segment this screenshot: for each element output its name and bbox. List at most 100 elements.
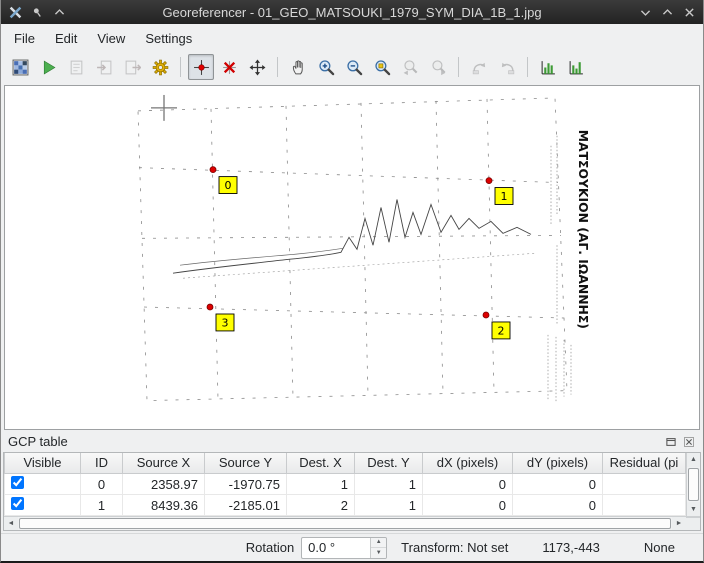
delete-point-icon [221, 59, 238, 76]
link-georeferencer-to-qgis-icon [471, 59, 488, 76]
zoom-out-icon [346, 59, 363, 76]
menu-file[interactable]: File [5, 27, 44, 50]
column-header-source-x[interactable]: Source X [123, 453, 205, 474]
column-header-dx[interactable]: dX (pixels) [423, 453, 513, 474]
horizontal-scrollbar[interactable]: ◄ ► [4, 517, 686, 530]
rotation-input[interactable] [302, 538, 370, 558]
cell-source-y[interactable]: -1970.75 [205, 474, 287, 495]
rotation-spinbox[interactable]: ▲ ▼ [301, 537, 387, 559]
gcp-table-row[interactable]: 0 2358.97 -1970.75 1 1 0 0 [5, 474, 686, 495]
vertical-scroll-thumb[interactable] [688, 468, 699, 502]
minimize-icon[interactable] [637, 4, 653, 20]
zoom-in-button[interactable] [313, 54, 339, 80]
visible-checkbox[interactable] [11, 476, 24, 489]
column-header-dest-x[interactable]: Dest. X [287, 453, 355, 474]
titlebar[interactable]: Georeferencer - 01_GEO_MATSOUKI_1979_SYM… [1, 0, 703, 24]
cell-id: 0 [81, 474, 123, 495]
cell-id: 1 [81, 495, 123, 516]
cell-source-x[interactable]: 2358.97 [123, 474, 205, 495]
gcp-point-icon [210, 167, 216, 173]
column-header-source-y[interactable]: Source Y [205, 453, 287, 474]
cell-dy: 0 [513, 474, 603, 495]
link-georeferencer-to-qgis-button [466, 54, 492, 80]
cell-dy: 0 [513, 495, 603, 516]
column-header-visible[interactable]: Visible [5, 453, 81, 474]
pan-icon [290, 59, 307, 76]
gcp-table-row[interactable]: 1 8439.36 -2185.01 2 1 0 0 [5, 495, 686, 516]
transform-status: Transform: Not set [401, 540, 508, 555]
cell-dx: 0 [423, 474, 513, 495]
close-panel-icon[interactable] [681, 434, 696, 449]
zoom-to-layer-button[interactable] [369, 54, 395, 80]
gcp-table-header-row: Visible ID Source X Source Y Dest. X Des… [5, 453, 686, 474]
zoom-last-icon [402, 59, 419, 76]
scroll-up-icon[interactable]: ▲ [687, 453, 700, 467]
local-histogram-stretch-button[interactable] [563, 54, 589, 80]
column-header-dy[interactable]: dY (pixels) [513, 453, 603, 474]
spin-down-icon[interactable]: ▼ [371, 547, 386, 558]
gcp-table-panel: GCP table Visible ID [1, 432, 703, 534]
float-panel-icon[interactable] [663, 434, 678, 449]
gcp-point-icon [486, 178, 492, 184]
transformation-settings-button[interactable] [147, 54, 173, 80]
toolbar-separator [527, 57, 528, 77]
gcp-point-icon [483, 312, 489, 318]
visible-checkbox[interactable] [11, 497, 24, 510]
full-histogram-stretch-button[interactable] [535, 54, 561, 80]
toolbar-separator [458, 57, 459, 77]
close-icon[interactable] [681, 4, 697, 20]
cell-dest-y[interactable]: 1 [355, 474, 423, 495]
maximize-icon[interactable] [659, 4, 675, 20]
open-raster-icon [12, 59, 29, 76]
menu-view[interactable]: View [88, 27, 134, 50]
gcp-label-text: 0 [225, 179, 232, 192]
generate-gdal-script-icon [68, 59, 85, 76]
pan-button[interactable] [285, 54, 311, 80]
cell-residual [603, 495, 686, 516]
column-header-id[interactable]: ID [81, 453, 123, 474]
cell-dest-x[interactable]: 1 [287, 474, 355, 495]
scroll-left-icon[interactable]: ◄ [4, 517, 18, 530]
pin-icon[interactable] [29, 4, 45, 20]
shade-icon[interactable] [51, 4, 67, 20]
app-icon [7, 4, 23, 20]
gcp-point-icon [207, 304, 213, 310]
cell-dest-y[interactable]: 1 [355, 495, 423, 516]
scroll-right-icon[interactable]: ► [672, 517, 686, 530]
gcp-table: Visible ID Source X Source Y Dest. X Des… [4, 453, 686, 517]
menu-edit[interactable]: Edit [46, 27, 86, 50]
georeferencer-window: Georeferencer - 01_GEO_MATSOUKI_1979_SYM… [0, 0, 704, 563]
column-header-dest-y[interactable]: Dest. Y [355, 453, 423, 474]
start-georeferencing-icon [40, 59, 57, 76]
gcp-marker[interactable]: 0 [210, 167, 237, 194]
start-georeferencing-button[interactable] [35, 54, 61, 80]
open-raster-button[interactable] [7, 54, 33, 80]
crosshair-cursor [151, 95, 177, 121]
spin-up-icon[interactable]: ▲ [371, 538, 386, 548]
georeferencer-canvas[interactable]: ΜΑΤΣΟΥΚΙΟΝ (ΑΓ. ΙΩΑΝΝΗΣ) 0 1 2 3 [4, 85, 700, 430]
zoom-next-icon [430, 59, 447, 76]
scroll-down-icon[interactable]: ▼ [687, 502, 700, 516]
gcp-label-text: 3 [222, 316, 229, 329]
generate-gdal-script-button [63, 54, 89, 80]
menu-settings[interactable]: Settings [136, 27, 201, 50]
add-point-button[interactable] [188, 54, 214, 80]
horizontal-scroll-thumb[interactable] [19, 518, 671, 529]
georeferencer-toolbar [1, 52, 703, 82]
cell-source-y[interactable]: -2185.01 [205, 495, 287, 516]
zoom-to-layer-icon [374, 59, 391, 76]
toolbar-separator [277, 57, 278, 77]
gcp-marker[interactable]: 3 [207, 304, 234, 331]
cell-dest-x[interactable]: 2 [287, 495, 355, 516]
map-grid [138, 98, 567, 401]
move-point-button[interactable] [244, 54, 270, 80]
gcp-panel-title: GCP table [8, 434, 660, 449]
cell-source-x[interactable]: 8439.36 [123, 495, 205, 516]
gcp-marker[interactable]: 1 [486, 178, 513, 205]
vertical-scrollbar[interactable]: ▲ ▼ [686, 453, 700, 517]
delete-point-button[interactable] [216, 54, 242, 80]
zoom-out-button[interactable] [341, 54, 367, 80]
toolbar-separator [180, 57, 181, 77]
link-qgis-to-georeferencer-icon [499, 59, 516, 76]
column-header-residual[interactable]: Residual (pi [603, 453, 686, 474]
